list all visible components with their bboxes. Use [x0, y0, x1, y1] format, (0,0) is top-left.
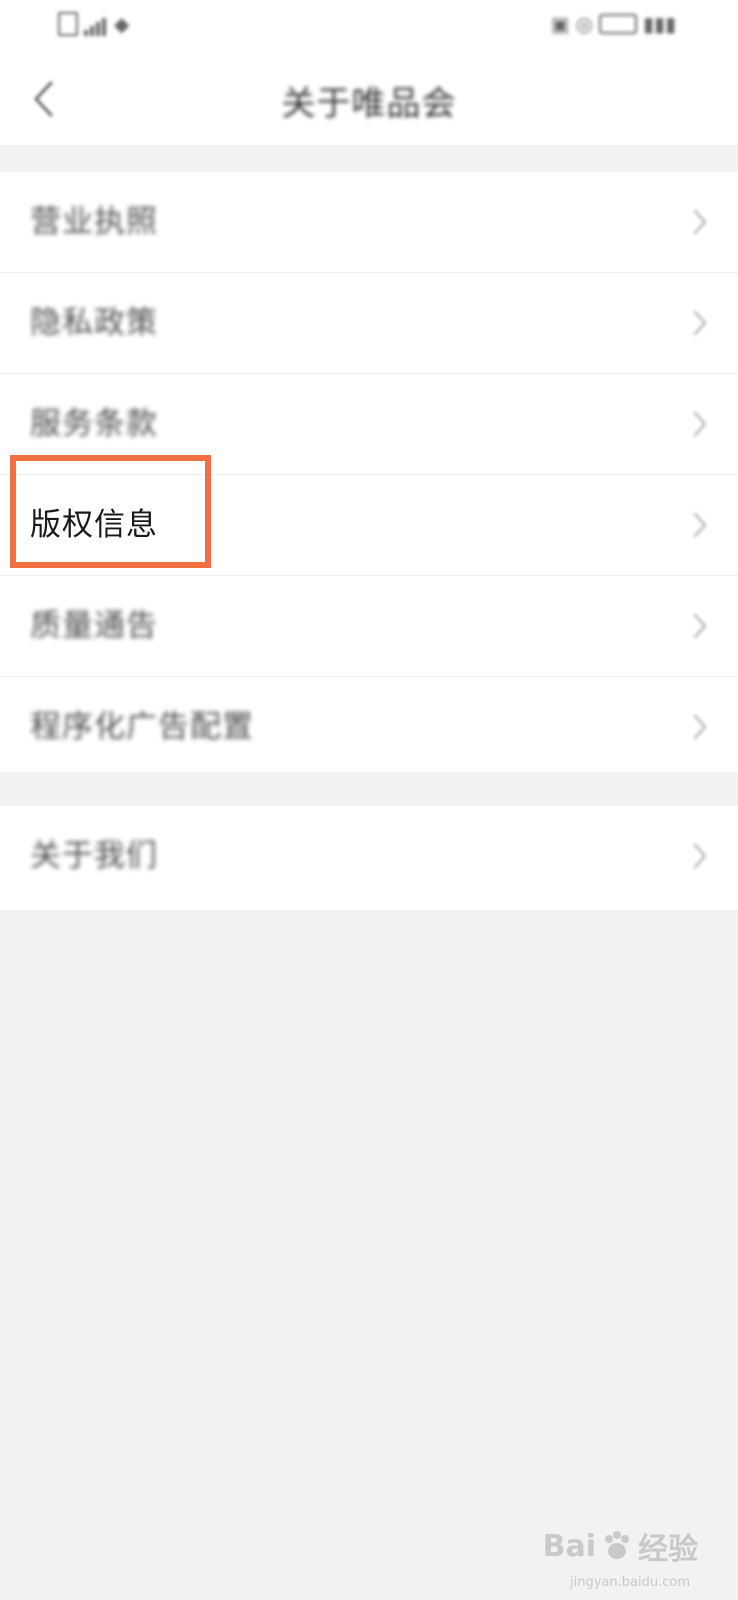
menu-item-about-us[interactable]: 关于我们	[0, 806, 738, 906]
menu-item-label: 质量通告	[30, 608, 158, 644]
menu-item-terms-of-service[interactable]: 服务条款	[0, 374, 738, 475]
menu-item-label: 营业执照	[30, 204, 158, 240]
chevron-right-icon	[693, 512, 707, 538]
menu-item-quality-notice[interactable]: 质量通告	[0, 576, 738, 677]
chevron-right-icon	[693, 411, 707, 437]
chevron-right-icon	[693, 613, 707, 639]
vibrate-icon: ▣	[550, 12, 570, 36]
battery-icon	[598, 14, 637, 34]
menu-item-programmatic-ads[interactable]: 程序化广告配置	[0, 677, 738, 777]
chevron-right-icon	[693, 310, 707, 336]
page-title: 关于唯品会	[281, 84, 457, 124]
chevron-right-icon	[693, 209, 707, 235]
status-right: ▣ ◎ ▮▮▮	[551, 12, 676, 36]
chevron-right-icon	[693, 843, 707, 869]
watermark-suffix: 经验	[638, 1532, 698, 1567]
watermark-url: jingyan.baidu.com	[570, 1575, 690, 1590]
status-left: ◆	[58, 12, 129, 36]
watermark-brand: Bai	[542, 1528, 596, 1564]
menu-item-label: 隐私政策	[30, 305, 158, 341]
signal-icon	[84, 12, 108, 36]
menu-item-label: 程序化广告配置	[30, 709, 254, 745]
menu-group-main: 营业执照 隐私政策 服务条款 版权信息 质量通告 程序化广告配置	[0, 172, 738, 772]
wifi-icon: ◆	[114, 12, 130, 36]
screen: ◆ ▣ ◎ ▮▮▮ 关于唯品会 营业执照 隐私政策 服务条款 版权信息 质量通告…	[0, 0, 738, 1600]
top-bar: ◆ ▣ ◎ ▮▮▮ 关于唯品会	[0, 0, 738, 145]
menu-item-label: 关于我们	[30, 838, 158, 874]
menu-item-privacy-policy[interactable]: 隐私政策	[0, 273, 738, 374]
menu-item-label: 版权信息	[30, 507, 158, 543]
paw-icon	[605, 1531, 629, 1559]
clock-icon: ▮▮▮	[642, 12, 676, 36]
menu-item-business-license[interactable]: 营业执照	[0, 172, 738, 273]
alarm-icon: ◎	[575, 12, 593, 36]
chevron-right-icon	[693, 714, 707, 740]
menu-item-copyright-info[interactable]: 版权信息	[0, 475, 738, 576]
menu-item-label: 服务条款	[30, 406, 158, 442]
nav-bar: 关于唯品会	[0, 56, 738, 145]
watermark: Bai 经验	[543, 1524, 698, 1568]
status-bar: ◆ ▣ ◎ ▮▮▮	[0, 0, 738, 56]
sim-icon	[58, 12, 78, 36]
menu-group-about: 关于我们	[0, 806, 738, 910]
